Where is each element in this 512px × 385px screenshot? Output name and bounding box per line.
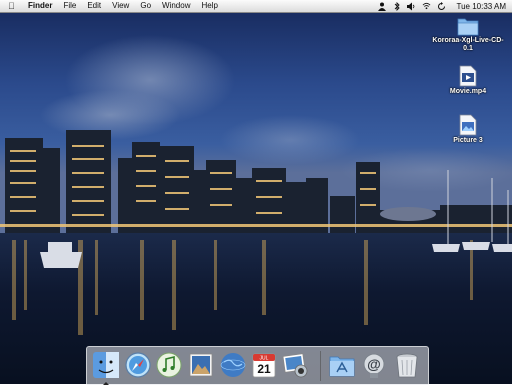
sync-icon[interactable] — [437, 1, 446, 11]
picture-label: Picture 3 — [453, 137, 483, 144]
ical-icon: JUL 21 — [252, 353, 276, 378]
network-globe-icon — [220, 353, 246, 377]
menu-bar:  Finder File Edit View Go Window Help T… — [0, 0, 512, 13]
menu-extras: Tue 10:33 AM — [371, 0, 506, 12]
dock-mail[interactable]: @ — [359, 350, 389, 380]
dock-preview[interactable] — [186, 350, 216, 380]
picture-file-icon — [459, 114, 477, 136]
svg-text:@: @ — [367, 356, 381, 372]
folder-label: Kororaa-Xgl-Live-CD-0.1 — [432, 37, 504, 52]
volume-icon[interactable] — [407, 2, 416, 11]
folder-icon — [457, 18, 479, 36]
ical-day: 21 — [257, 362, 271, 376]
movie-label: Movie.mp4 — [449, 88, 487, 95]
menu-go[interactable]: Go — [140, 0, 151, 12]
menu-window[interactable]: Window — [162, 0, 190, 12]
dock-trash[interactable] — [392, 350, 422, 380]
dock-itunes[interactable] — [154, 350, 184, 380]
dock-finder[interactable] — [91, 350, 121, 380]
user-icon[interactable] — [377, 2, 386, 11]
menu-help[interactable]: Help — [201, 0, 217, 12]
menu-view[interactable]: View — [112, 0, 129, 12]
iphoto-icon — [282, 353, 308, 378]
dock-ical[interactable]: JUL 21 — [249, 350, 279, 380]
menu-finder[interactable]: Finder — [28, 0, 52, 12]
desktop-item-picture[interactable]: Picture 3 — [428, 114, 508, 145]
finder-icon — [93, 352, 119, 378]
desktop-item-folder[interactable]: Kororaa-Xgl-Live-CD-0.1 — [428, 16, 508, 53]
bluetooth-icon[interactable] — [392, 1, 401, 11]
dock-network[interactable] — [218, 350, 248, 380]
applications-folder-icon — [329, 356, 355, 377]
preview-icon — [189, 353, 213, 377]
wifi-icon[interactable] — [422, 2, 431, 11]
safari-icon — [125, 352, 151, 378]
menu-clock[interactable]: Tue 10:33 AM — [456, 2, 506, 11]
movie-file-icon — [459, 65, 477, 87]
trash-icon — [396, 353, 418, 378]
menu-file[interactable]: File — [63, 0, 76, 12]
mail-icon: @ — [363, 353, 385, 378]
dock-divider — [320, 351, 321, 381]
dock-safari[interactable] — [123, 350, 153, 380]
desktop-wallpaper — [0, 0, 512, 384]
desktop-item-movie[interactable]: Movie.mp4 — [428, 65, 508, 96]
ical-month: JUL — [260, 356, 269, 362]
itunes-icon — [156, 352, 182, 378]
dock: JUL 21 @ — [86, 346, 429, 385]
menu-edit[interactable]: Edit — [87, 0, 101, 12]
apple-menu-icon[interactable]:  — [8, 0, 18, 12]
dock-iphoto[interactable] — [281, 350, 311, 380]
dock-applications-folder[interactable] — [327, 350, 357, 380]
